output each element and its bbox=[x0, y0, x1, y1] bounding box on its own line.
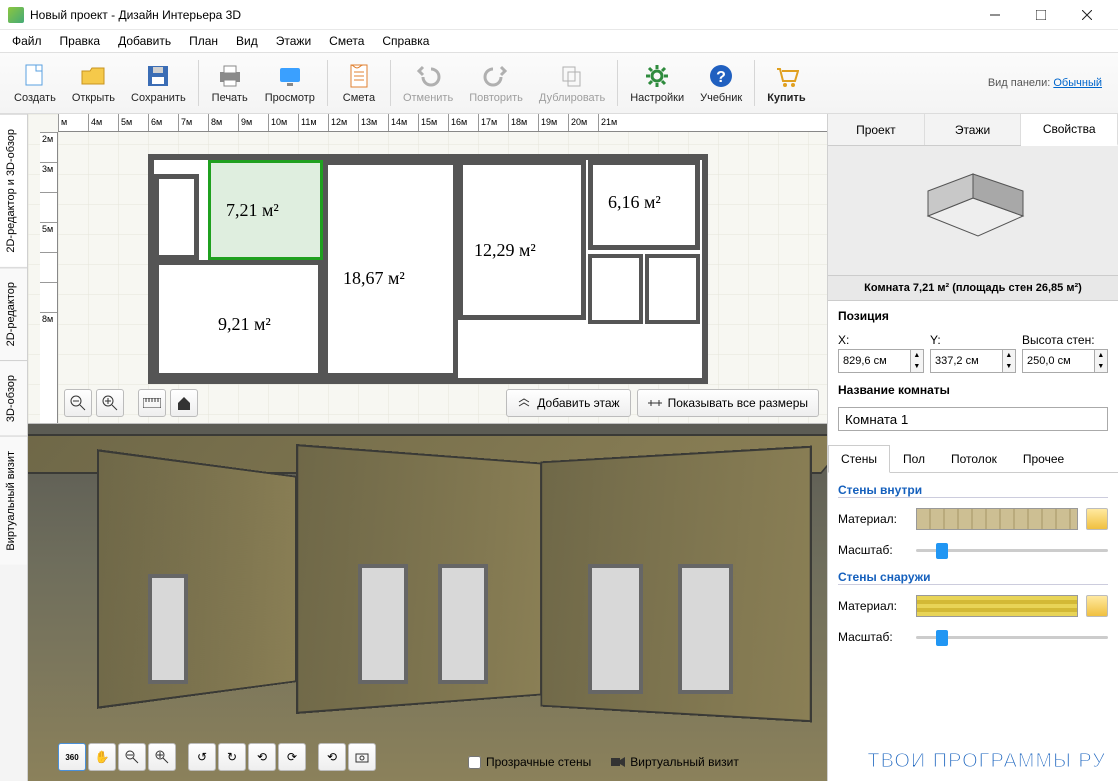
right-panel: Проект Этажи Свойства Комната 7,21 м² (п… bbox=[828, 114, 1118, 781]
wall-height-label: Высота стен: bbox=[1022, 333, 1108, 347]
pos-x-input[interactable]: ▲▼ bbox=[838, 349, 924, 373]
tilt-left-button[interactable]: ↺ bbox=[188, 743, 216, 771]
menu-file[interactable]: Файл bbox=[4, 32, 50, 50]
room-info: Комната 7,21 м² (площадь стен 26,85 м²) bbox=[828, 276, 1118, 301]
panel-mode-link[interactable]: Обычный bbox=[1053, 77, 1102, 89]
rotate-right-button[interactable]: ⟳ bbox=[278, 743, 306, 771]
scale-out-label: Масштаб: bbox=[838, 630, 908, 644]
tab-floors[interactable]: Этажи bbox=[925, 114, 1022, 145]
main-toolbar: Создать Открыть Сохранить Печать Просмот… bbox=[0, 52, 1118, 114]
menu-edit[interactable]: Правка bbox=[52, 32, 109, 50]
room-label-12-29: 12,29 м² bbox=[474, 240, 536, 261]
redo-button[interactable]: Повторить bbox=[461, 55, 531, 111]
settings-button[interactable]: Настройки bbox=[622, 55, 692, 111]
sidetab-3d[interactable]: 3D-обзор bbox=[0, 360, 27, 436]
create-button[interactable]: Создать bbox=[6, 55, 64, 111]
side-tabs: 2D-редактор и 3D-обзор 2D-редактор 3D-об… bbox=[0, 114, 28, 781]
zoom-in-button[interactable] bbox=[96, 389, 124, 417]
room-name-input[interactable] bbox=[838, 407, 1108, 431]
zoom-in-3d-button[interactable] bbox=[148, 743, 176, 771]
camera-button[interactable] bbox=[348, 743, 376, 771]
minimize-button[interactable] bbox=[972, 0, 1018, 30]
sidetab-tour[interactable]: Виртуальный визит bbox=[0, 436, 27, 565]
room-name-label: Название комнаты bbox=[838, 383, 1108, 397]
sidetab-2d-3d[interactable]: 2D-редактор и 3D-обзор bbox=[0, 114, 27, 267]
material-in-browse[interactable] bbox=[1086, 508, 1108, 530]
menu-add[interactable]: Добавить bbox=[110, 32, 179, 50]
undo-button[interactable]: Отменить bbox=[395, 55, 461, 111]
pan-button[interactable]: ✋ bbox=[88, 743, 116, 771]
subtab-ceiling[interactable]: Потолок bbox=[938, 445, 1010, 473]
scale-out-slider[interactable] bbox=[916, 627, 1108, 647]
ruler-horizontal: м4м5м6м7м8м9м10м11м12м13м14м15м16м17м18м… bbox=[58, 114, 827, 132]
print-button[interactable]: Печать bbox=[203, 55, 257, 111]
room-label-18-67: 18,67 м² bbox=[343, 268, 405, 289]
close-button[interactable] bbox=[1064, 0, 1110, 30]
material-out-label: Материал: bbox=[838, 599, 908, 613]
duplicate-button[interactable]: Дублировать bbox=[531, 55, 613, 111]
material-out-swatch[interactable] bbox=[916, 595, 1078, 617]
group-walls-inside: Стены внутри bbox=[838, 483, 1108, 498]
menu-plan[interactable]: План bbox=[181, 32, 226, 50]
menu-estimate[interactable]: Смета bbox=[321, 32, 372, 50]
estimate-button[interactable]: Смета bbox=[332, 55, 386, 111]
wall-height-input[interactable]: ▲▼ bbox=[1022, 349, 1108, 373]
room-label-9-21: 9,21 м² bbox=[218, 314, 271, 335]
preview-button[interactable]: Просмотр bbox=[257, 55, 323, 111]
subtab-walls[interactable]: Стены bbox=[828, 445, 890, 473]
tab-properties[interactable]: Свойства bbox=[1021, 114, 1118, 146]
add-floor-button[interactable]: Добавить этаж bbox=[506, 389, 630, 417]
plan-2d-view[interactable]: м4м5м6м7м8м9м10м11м12м13м14м15м16м17м18м… bbox=[28, 114, 827, 424]
pos-y-input[interactable]: ▲▼ bbox=[930, 349, 1016, 373]
view3d-toolbar: 360 ✋ ↺ ↻ ⟲ ⟳ ⟲ bbox=[58, 743, 376, 771]
app-icon bbox=[8, 7, 24, 23]
virtual-tour-button[interactable]: Виртуальный визит bbox=[611, 755, 739, 769]
position-header: Позиция bbox=[838, 309, 1108, 323]
subtab-floor[interactable]: Пол bbox=[890, 445, 938, 473]
view-3d[interactable]: 360 ✋ ↺ ↻ ⟲ ⟳ ⟲ Прозрачные стены Виртуал… bbox=[28, 424, 827, 781]
scale-in-label: Масштаб: bbox=[838, 543, 908, 557]
tilt-right-button[interactable]: ↻ bbox=[218, 743, 246, 771]
titlebar: Новый проект - Дизайн Интерьера 3D bbox=[0, 0, 1118, 30]
orbit-360-button[interactable]: 360 bbox=[58, 743, 86, 771]
material-out-browse[interactable] bbox=[1086, 595, 1108, 617]
room-3d-preview bbox=[828, 146, 1118, 276]
scale-in-slider[interactable] bbox=[916, 540, 1108, 560]
panel-mode: Вид панели: Обычный bbox=[988, 77, 1112, 89]
plan-zoom-tools bbox=[64, 389, 198, 417]
home-button[interactable] bbox=[170, 389, 198, 417]
svg-text:?: ? bbox=[716, 69, 726, 86]
rotate-left-button[interactable]: ⟲ bbox=[248, 743, 276, 771]
menu-help[interactable]: Справка bbox=[374, 32, 437, 50]
refresh-button[interactable]: ⟲ bbox=[318, 743, 346, 771]
tab-project[interactable]: Проект bbox=[828, 114, 925, 145]
menu-view[interactable]: Вид bbox=[228, 32, 266, 50]
buy-button[interactable]: Купить bbox=[759, 55, 813, 111]
sidetab-2d[interactable]: 2D-редактор bbox=[0, 267, 27, 360]
group-walls-outside: Стены снаружи bbox=[838, 570, 1108, 585]
zoom-out-3d-button[interactable] bbox=[118, 743, 146, 771]
save-button[interactable]: Сохранить bbox=[123, 55, 194, 111]
menu-floors[interactable]: Этажи bbox=[268, 32, 319, 50]
maximize-button[interactable] bbox=[1018, 0, 1064, 30]
floorplan[interactable]: 7,21 м² 6,16 м² 12,29 м² 18,67 м² 9,21 м… bbox=[148, 154, 708, 394]
open-button[interactable]: Открыть bbox=[64, 55, 123, 111]
tutorial-button[interactable]: ?Учебник bbox=[692, 55, 750, 111]
pos-y-label: Y: bbox=[930, 333, 1016, 347]
ruler-vertical: 2м3м5м8м bbox=[40, 132, 58, 423]
menubar: Файл Правка Добавить План Вид Этажи Смет… bbox=[0, 30, 1118, 52]
transparent-walls-checkbox[interactable]: Прозрачные стены bbox=[468, 755, 591, 769]
material-in-swatch[interactable] bbox=[916, 508, 1078, 530]
ruler-tool-button[interactable] bbox=[138, 389, 166, 417]
room-label-7-21: 7,21 м² bbox=[226, 200, 279, 221]
zoom-out-button[interactable] bbox=[64, 389, 92, 417]
window-title: Новый проект - Дизайн Интерьера 3D bbox=[30, 8, 972, 22]
room-label-6-16: 6,16 м² bbox=[608, 192, 661, 213]
subtab-other[interactable]: Прочее bbox=[1010, 445, 1077, 473]
pos-x-label: X: bbox=[838, 333, 924, 347]
show-dimensions-button[interactable]: Показывать все размеры bbox=[637, 389, 819, 417]
material-in-label: Материал: bbox=[838, 512, 908, 526]
